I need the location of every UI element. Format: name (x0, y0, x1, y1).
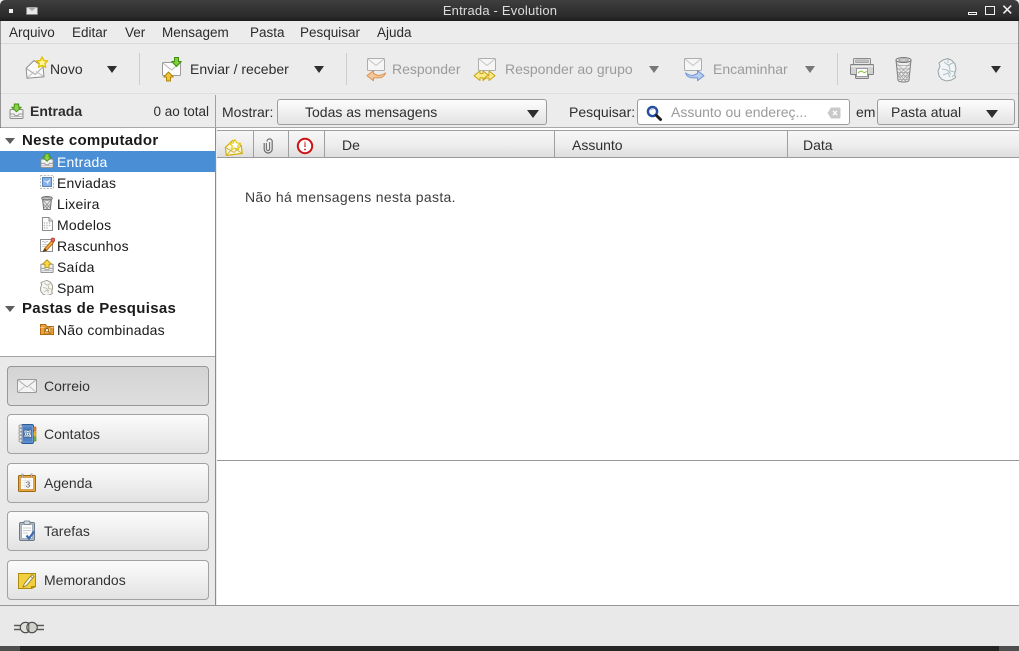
svg-text:3: 3 (26, 481, 31, 490)
svg-text:@: @ (24, 429, 32, 438)
